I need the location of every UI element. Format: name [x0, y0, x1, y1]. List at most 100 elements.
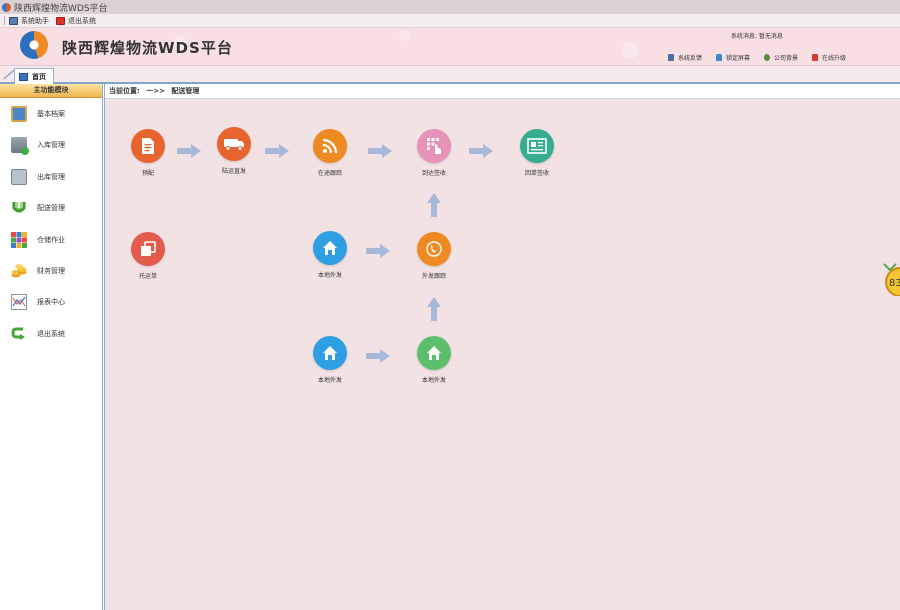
flow-node-waybill[interactable]: 托运单: [118, 232, 178, 280]
exit-icon: [56, 16, 65, 25]
flow-arrow-right: [177, 144, 201, 158]
flow-node-circle: [217, 127, 251, 161]
flow-arrow-right: [368, 144, 392, 158]
rss-icon: [322, 138, 338, 154]
flow-arrow-right: [265, 144, 289, 158]
feedback-label: 系统反馈: [678, 55, 703, 62]
sidebar-item-label: 出库管理: [37, 173, 65, 181]
app-header: 陕西辉煌物流WDS平台 系统消息: 暂无消息 系统反馈 锁定屏幕 公司背景 在线…: [0, 28, 900, 91]
window-titlebar: 陕西辉煌物流WDS平台: [0, 0, 900, 14]
flow-node-circle: [417, 232, 451, 266]
feedback-button[interactable]: 系统反馈: [668, 53, 702, 62]
sidebar-item-logout[interactable]: 退出系统: [0, 323, 103, 345]
home-icon: [427, 346, 441, 360]
upgrade-button[interactable]: 在线升级: [812, 53, 846, 62]
sidebar-item-outbound[interactable]: 出库管理: [0, 166, 103, 188]
company-logo: [20, 31, 48, 59]
flow-arrow-up: [427, 297, 441, 321]
brand-wds: WDS: [158, 39, 201, 57]
sidebar-item-report[interactable]: 报表中心: [0, 291, 103, 313]
receipt-icon: [527, 138, 547, 154]
touch-keypad-icon: [427, 138, 441, 154]
menu-item-helper[interactable]: 系统助手: [9, 16, 49, 26]
archive-icon: [11, 106, 27, 122]
sidebar-item-label: 配送管理: [37, 204, 65, 212]
outbound-icon: [11, 169, 27, 185]
flow-node-circle: [313, 129, 347, 163]
helper-icon: [9, 16, 18, 25]
background-icon: [764, 54, 771, 61]
sidebar-item-label: 入库管理: [37, 141, 65, 149]
menu-item-exit-label: 退出系统: [68, 16, 96, 25]
flow-node-land-direct[interactable]: 陆运直发: [204, 127, 264, 175]
document-icon: [142, 138, 154, 154]
flow-node-circle: [313, 336, 347, 370]
flow-node-circle: [520, 129, 554, 163]
inbound-icon: [11, 137, 29, 155]
sidebar-item-warehouse[interactable]: 仓储作业: [0, 229, 103, 251]
flow-arrow-right: [366, 244, 390, 258]
sidebar-item-finance[interactable]: 财务管理: [0, 260, 103, 282]
menu-item-helper-label: 系统助手: [21, 16, 49, 25]
tab-home[interactable]: 首页: [14, 68, 54, 84]
flow-node-label: 托运单: [138, 273, 157, 280]
flow-arrow-right: [366, 349, 390, 363]
feedback-icon: [668, 54, 674, 61]
flow-node-in-transit[interactable]: 在途跟踪: [300, 129, 360, 177]
breadcrumb-prefix: 当前位置:: [109, 87, 140, 95]
tab-bar-divider: [3, 69, 15, 80]
monitor-icon: [19, 72, 28, 81]
breadcrumb-current: 配送管理: [171, 87, 200, 95]
sidebar-item-label: 基本档案: [37, 110, 65, 118]
brand-prefix: 陕西辉煌物流: [62, 39, 159, 57]
flow-node-label: 外发跟踪: [421, 273, 446, 280]
logout-icon: [11, 326, 27, 342]
lock-screen-label: 锁定屏幕: [726, 55, 751, 62]
warehouse-icon: [11, 232, 27, 248]
breadcrumb: 当前位置: 一>> 配送管理: [105, 84, 900, 99]
tab-bar: 首页: [0, 66, 900, 84]
breadcrumb-arrow: 一>>: [146, 87, 165, 95]
sidebar-item-inbound[interactable]: 入库管理: [0, 134, 103, 156]
copy-icon: [141, 241, 156, 256]
lock-screen-button[interactable]: 锁定屏幕: [716, 53, 750, 62]
flow-node-circle: [131, 129, 165, 163]
flow-node-preallocate[interactable]: 预配: [118, 129, 178, 177]
system-message: 系统消息: 暂无消息: [731, 33, 783, 40]
floating-badge-text: 83: [889, 278, 900, 289]
sidebar-item-delivery[interactable]: 配送管理: [0, 197, 103, 219]
flow-node-local-outsource-3[interactable]: 本地外发: [404, 336, 464, 384]
flow-node-circle: [417, 336, 451, 370]
phone-icon: [426, 241, 442, 257]
background-button[interactable]: 公司背景: [764, 53, 798, 62]
floating-badge[interactable]: 83: [880, 262, 900, 296]
flow-node-label: 本地外发: [317, 272, 342, 279]
sidebar-item-label: 仓储作业: [37, 236, 65, 244]
flow-node-label: 本地外发: [317, 377, 342, 384]
flow-node-label: 到达签收: [421, 170, 446, 177]
flow-node-label: 陆运直发: [221, 168, 246, 175]
sidebar: 主功能模块 基本档案 入库管理 出库管理 配送管理 仓储作业 财务管理 报表中心…: [0, 84, 103, 610]
tab-home-label: 首页: [32, 72, 46, 81]
menubar: 系统助手 退出系统: [0, 14, 900, 28]
upgrade-label: 在线升级: [822, 55, 847, 62]
flow-node-arrival-sign[interactable]: 到达签收: [404, 129, 464, 177]
flow-node-label: 在途跟踪: [317, 170, 342, 177]
lock-icon: [716, 54, 723, 61]
flow-node-receipt-sign[interactable]: 回单签收: [507, 129, 567, 177]
flow-node-label: 预配: [141, 170, 154, 177]
home-icon: [323, 346, 337, 360]
flow-node-label: 本地外发: [421, 377, 446, 384]
flow-node-circle: [131, 232, 165, 266]
flow-arrow-up: [427, 193, 441, 217]
report-icon: [11, 294, 27, 310]
menu-item-exit[interactable]: 退出系统: [56, 16, 96, 26]
sidebar-title: 主功能模块: [0, 84, 102, 98]
sidebar-item-archive[interactable]: 基本档案: [0, 103, 103, 125]
flow-node-local-outsource-2[interactable]: 本地外发: [300, 336, 360, 384]
sidebar-item-label: 报表中心: [37, 298, 65, 306]
flow-node-local-outsource-1[interactable]: 本地外发: [300, 231, 360, 279]
flow-node-label: 回单签收: [524, 170, 549, 177]
flow-node-outsource-track[interactable]: 外发跟踪: [404, 232, 464, 280]
delivery-icon: [11, 200, 27, 216]
